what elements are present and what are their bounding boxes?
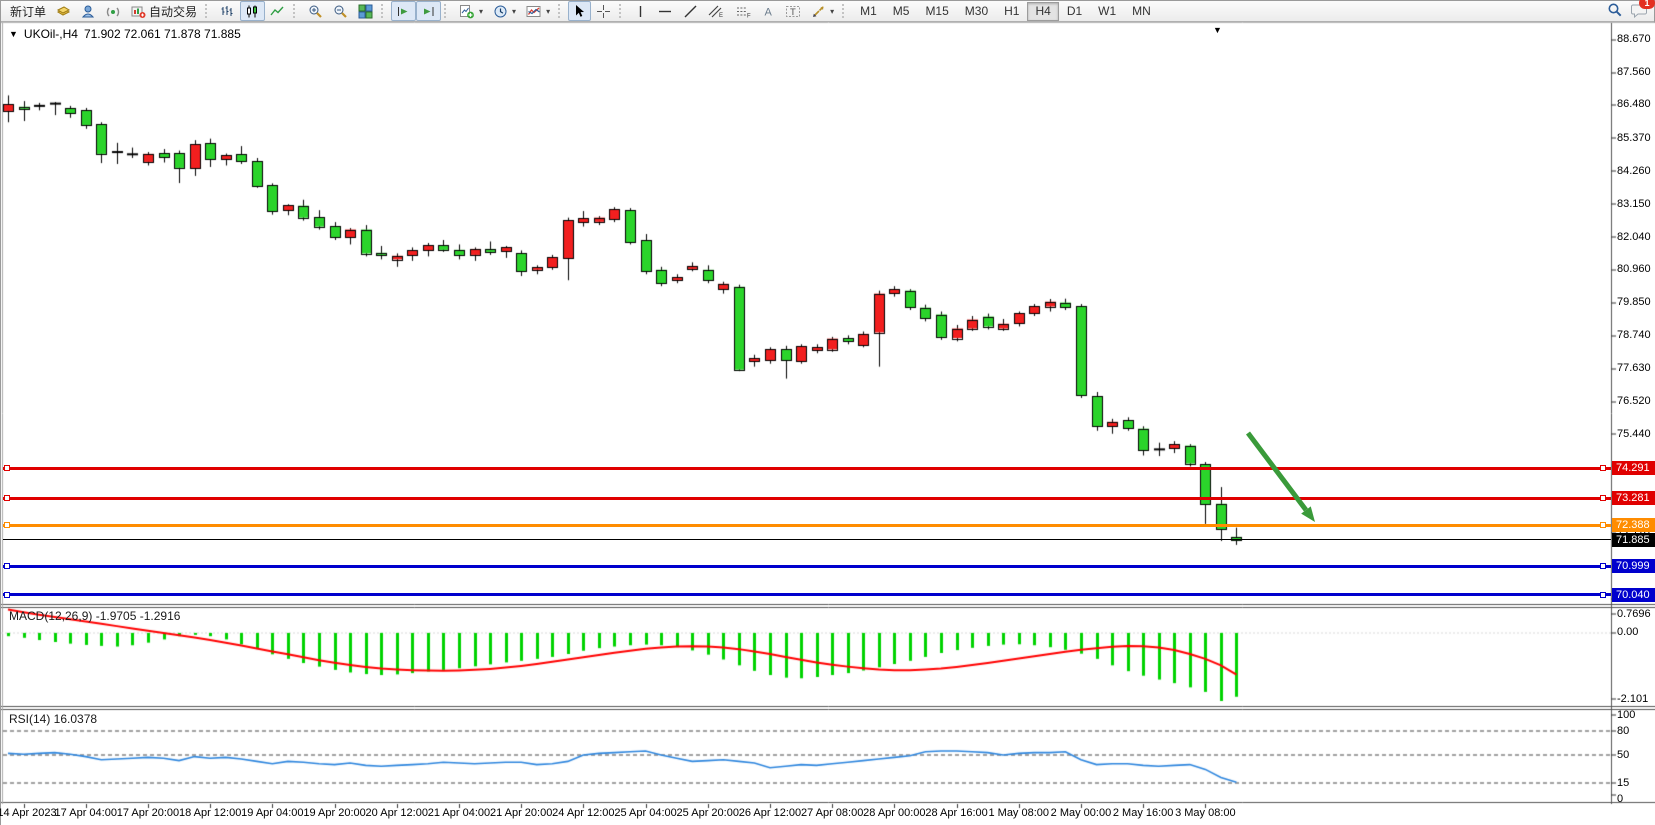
timeframe-button-M30[interactable]: M30: [957, 2, 996, 21]
timeframe-button-M1[interactable]: M1: [852, 2, 885, 21]
timeframe-button-H4[interactable]: H4: [1027, 2, 1058, 21]
horizontal-line-tool-button[interactable]: [652, 1, 678, 21]
chart-shift-icon: [421, 4, 436, 19]
toolbar-grip: [842, 4, 847, 18]
crosshair-icon: [596, 4, 611, 19]
timeframe-button-D1[interactable]: D1: [1059, 2, 1090, 21]
toolbar-grip: [293, 4, 298, 18]
profiles-icon: [493, 4, 508, 19]
equidistant-channel-icon: E: [708, 4, 725, 19]
down-arrow-annotation[interactable]: [1, 1, 1655, 825]
signals-icon: [106, 4, 121, 19]
search-icon[interactable]: [1607, 2, 1623, 21]
rsi-indicator-label: RSI(14) 16.0378: [9, 712, 97, 726]
autotrading-button[interactable]: 自动交易: [126, 1, 202, 21]
text-tool-button[interactable]: A: [757, 1, 780, 21]
candlestick-chart-icon: [245, 4, 260, 19]
timeframe-button-H1[interactable]: H1: [996, 2, 1027, 21]
trendline-icon: [683, 4, 698, 19]
auto-scroll-button[interactable]: [391, 1, 416, 21]
trading-platform-window: 新订单 自动交易: [0, 0, 1655, 825]
new-order-button[interactable]: 新订单: [5, 1, 51, 21]
arrows-tool-button[interactable]: ▾: [806, 1, 839, 21]
timeframe-button-M15[interactable]: M15: [917, 2, 956, 21]
cursor-tool-button[interactable]: [568, 1, 591, 21]
dropdown-caret-icon: ▾: [830, 7, 834, 16]
equidistant-channel-tool-button[interactable]: E: [703, 1, 730, 21]
toolbar-grip: [558, 4, 563, 18]
svg-text:E: E: [719, 13, 723, 19]
new-chart-button[interactable]: ▾: [454, 1, 488, 21]
dropdown-caret-icon: ▾: [546, 7, 550, 16]
chart-symbol-period: UKOil-,H4: [24, 27, 78, 41]
dropdown-caret-icon: ▾: [512, 7, 516, 16]
vertical-line-tool-button[interactable]: [629, 1, 652, 21]
horizontal-line-icon: [657, 4, 673, 19]
new-order-label: 新订单: [10, 3, 46, 20]
indicators-icon: [526, 4, 542, 19]
fibonacci-tool-button[interactable]: F: [730, 1, 757, 21]
market-watch-button[interactable]: [51, 1, 76, 21]
candlestick-chart-button[interactable]: [240, 1, 265, 21]
text-label-icon: T: [785, 4, 801, 19]
timeframe-button-W1[interactable]: W1: [1090, 2, 1124, 21]
crosshair-tool-button[interactable]: [591, 1, 616, 21]
main-toolbar: 新订单 自动交易: [1, 1, 1654, 22]
zoom-in-button[interactable]: [303, 1, 328, 21]
chart-shift-button[interactable]: [416, 1, 441, 21]
chat-bubble-icon: [1631, 7, 1648, 21]
timeframe-button-MN[interactable]: MN: [1124, 2, 1159, 21]
dropdown-caret-icon: ▾: [479, 7, 483, 16]
toolbar-grip: [444, 4, 449, 18]
navigator-button[interactable]: [76, 1, 101, 21]
auto-scroll-icon: [396, 4, 411, 19]
bar-chart-button[interactable]: [215, 1, 240, 21]
text-label-tool-button[interactable]: T: [780, 1, 806, 21]
timeframe-button-M5[interactable]: M5: [885, 2, 918, 21]
zoom-out-icon: [333, 4, 348, 19]
trendline-tool-button[interactable]: [678, 1, 703, 21]
vertical-line-icon: [634, 4, 647, 19]
zoom-out-button[interactable]: [328, 1, 353, 21]
timeframe-toolbar: M1M5M15M30H1H4D1W1MN: [852, 2, 1159, 21]
macd-indicator-label: MACD(12,26,9) -1.9705 -1.2916: [9, 609, 180, 623]
toolbar-grip: [205, 4, 210, 18]
navigator-icon: [81, 4, 96, 19]
tile-windows-icon: [358, 4, 373, 19]
line-chart-button[interactable]: [265, 1, 290, 21]
line-chart-icon: [270, 4, 285, 19]
new-chart-icon: [459, 4, 475, 19]
svg-text:T: T: [790, 7, 796, 18]
toolbar-grip: [381, 4, 386, 18]
chart-title: ▼ UKOil-,H4 71.902 72.061 71.878 71.885: [9, 27, 241, 41]
chart-ohlc-quotes: 71.902 72.061 71.878 71.885: [84, 27, 241, 41]
fibonacci-icon: F: [735, 4, 752, 19]
indicators-button[interactable]: ▾: [521, 1, 555, 21]
notifications-button[interactable]: 1: [1631, 2, 1648, 21]
arrows-icon: [811, 4, 826, 19]
profiles-button[interactable]: ▾: [488, 1, 521, 21]
text-icon: A: [762, 4, 775, 19]
tile-windows-button[interactable]: [353, 1, 378, 21]
svg-text:F: F: [747, 13, 751, 19]
bar-chart-icon: [220, 4, 235, 19]
market-watch-icon: [56, 4, 71, 19]
signals-button[interactable]: [101, 1, 126, 21]
autotrading-icon: [131, 4, 146, 19]
zoom-in-icon: [308, 4, 323, 19]
autotrading-label: 自动交易: [149, 3, 197, 20]
toolbar-grip: [619, 4, 624, 18]
svg-text:A: A: [765, 6, 773, 18]
notification-badge: 1: [1639, 0, 1655, 9]
cursor-icon: [573, 4, 586, 18]
collapse-triangle-icon[interactable]: ▼: [9, 29, 18, 39]
